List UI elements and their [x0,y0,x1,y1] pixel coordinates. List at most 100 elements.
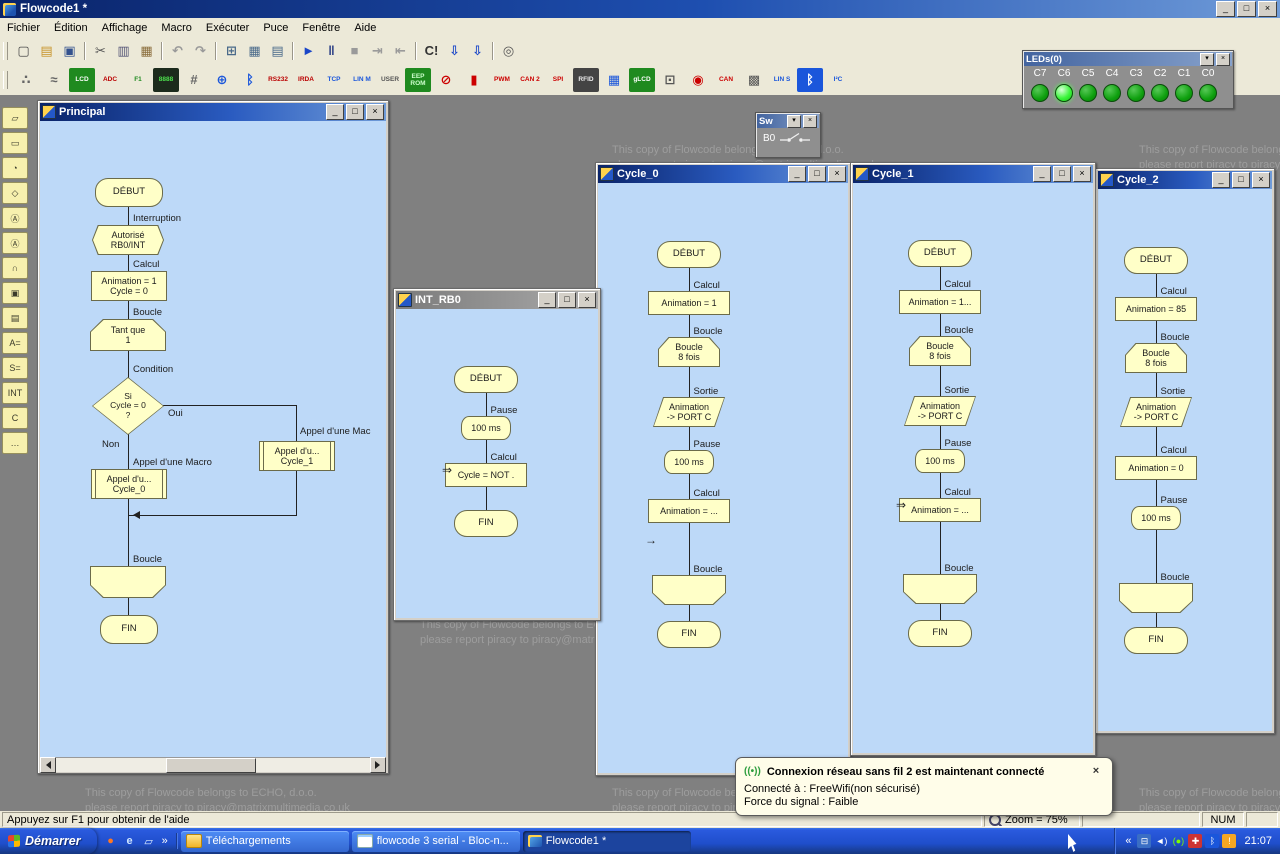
component-bt-module-button[interactable]: ᛒ [797,67,823,92]
minimize-button[interactable]: _ [1216,1,1235,17]
flow-interrupt[interactable]: Autorisé RB0/INT [92,225,164,255]
security-icon[interactable]: ✚ [1188,834,1203,848]
compile-button[interactable]: C! [420,40,443,62]
collapse-button[interactable]: ▾ [787,114,801,128]
flow-start[interactable]: DÉBUT [95,178,163,207]
notification-close-icon[interactable]: × [1088,764,1104,779]
close-button[interactable]: × [578,292,596,308]
flow-loop-start[interactable]: Boucle 8 fois [658,337,720,367]
scroll-right-button[interactable] [370,757,386,773]
tool-delay-button[interactable]: ◔ [2,157,28,179]
maximize-button[interactable]: □ [1053,166,1071,182]
led-C3[interactable] [1127,84,1145,102]
copy-button[interactable]: ▥ [112,40,135,62]
flow-macro-call-cycle0[interactable]: Appel d'u... Cycle_0 [91,469,167,499]
window-principal-titlebar[interactable]: Principal _ □ × [40,103,386,121]
component-nets-button[interactable]: ≈ [41,68,67,92]
collapse-button[interactable]: ▾ [1200,52,1214,66]
component-glcd-button[interactable]: gLCD [629,67,655,92]
flow-end[interactable]: FIN [657,621,721,648]
menu-item-2[interactable]: Édition [47,20,95,36]
scrollbar-track[interactable] [56,758,370,773]
titlebar[interactable]: Flowcode1 * _ □ × [0,0,1280,18]
launch-browser-icon[interactable]: ● [103,833,119,849]
leds-panel-titlebar[interactable]: LEDs(0) ▾ × [1024,52,1232,66]
flow-loop-start[interactable]: Boucle 8 fois [909,336,971,366]
flow-end[interactable]: FIN [100,615,158,644]
cut-button[interactable]: ✂ [89,40,112,62]
switch-icon[interactable] [780,131,811,145]
component-keypad2-button[interactable]: ▩ [741,68,767,92]
component-speedo-button[interactable]: ◉ [685,68,711,92]
minimize-button[interactable]: _ [1033,166,1051,182]
minimize-button[interactable]: _ [326,104,344,120]
principal-canvas[interactable]: Interruption Calcul Boucle Condition Oui… [40,121,386,757]
switch-panel-titlebar[interactable]: Sw ▾ × [757,114,819,128]
step-into-button[interactable]: ⇥ [366,40,389,62]
flow-start[interactable]: DÉBUT [657,241,721,268]
start-button[interactable]: Démarrer [0,828,97,854]
window-cycle-2-titlebar[interactable]: Cycle_2 _ □ × [1098,171,1272,189]
maximize-button[interactable]: □ [558,292,576,308]
flow-output[interactable]: Animation -> PORT C [1120,397,1192,427]
window-cycle-1[interactable]: Cycle_1 _ □ × DÉBUT Calcul Animation = 1... B… [850,162,1096,756]
tool-calculation-button[interactable]: A= [2,332,28,354]
wireless-icon[interactable]: (●) [1171,834,1185,848]
tool-goto-connection-button[interactable]: Ⓐ [2,232,28,254]
flow-loop-end[interactable] [652,575,726,605]
quick-launch-chevron-icon[interactable]: » [160,835,170,847]
window-cycle-1-titlebar[interactable]: Cycle_1 _ □ × [853,165,1093,183]
component-user-button[interactable]: USER [377,68,403,92]
close-button[interactable]: × [1073,166,1091,182]
zoom-button[interactable]: ◎ [497,40,520,62]
scrollbar-thumb[interactable] [165,758,256,773]
toolbar-grip[interactable] [3,70,8,89]
maximize-button[interactable]: □ [1232,172,1250,188]
component-keypad-button[interactable]: # [181,68,207,92]
run-button[interactable]: ► [297,40,320,62]
tool-component-macro-button[interactable]: ▤ [2,307,28,329]
flow-calculation[interactable]: Animation = 1 Cycle = 0 [91,271,167,301]
flow-loop-end[interactable] [1119,583,1193,613]
menu-item-5[interactable]: Exécuter [199,20,256,36]
close-button[interactable]: × [803,114,817,128]
flow-loop-end[interactable] [90,566,166,598]
led-C1[interactable] [1175,84,1193,102]
tool-decision-button[interactable]: ◇ [2,182,28,204]
maximize-button[interactable]: □ [1237,1,1256,17]
component-can-button[interactable]: CAN [713,68,739,92]
view-flowchart-button[interactable]: ⊞ [220,40,243,62]
component-tcpip-button[interactable]: TCP [321,68,347,92]
component-connections-button[interactable]: ∴ [13,68,39,92]
window-principal[interactable]: Principal _ □ × Interruption Calcul Boucle… [37,100,389,774]
led-C0[interactable] [1199,84,1217,102]
redo-button[interactable]: ↷ [189,40,212,62]
component-can2-button[interactable]: CAN 2 [517,68,543,92]
flow-loop-start[interactable]: Tant que 1 [90,319,166,351]
scroll-left-button[interactable] [40,757,56,773]
component-disable-button[interactable]: ⊘ [433,68,459,92]
close-button[interactable]: × [1216,52,1230,66]
horizontal-scrollbar[interactable] [40,757,386,773]
component-panel-button[interactable]: ⊡ [657,68,683,92]
maximize-button[interactable]: □ [808,166,826,182]
flow-calc[interactable]: Animation = 0 [1115,456,1197,480]
taskbar-task-bloc-notes[interactable]: flowcode 3 serial - Bloc-n... [351,830,520,852]
compile-chip-button[interactable]: ⇩ [466,40,489,62]
flow-start[interactable]: DÉBUT [454,366,518,393]
minimize-button[interactable]: _ [538,292,556,308]
flow-decision[interactable]: Si Cycle = 0 ? [92,377,164,435]
close-button[interactable]: × [1258,1,1277,17]
view-panel-button[interactable]: ▦ [243,40,266,62]
component-thermometer-button[interactable]: ▮ [461,68,487,92]
window-cycle-0[interactable]: Cycle_0 _ □ × DÉBUT Calcul Animation = 1 Bouc… [595,162,851,776]
component-pwm-button[interactable]: PWM [489,68,515,92]
tool-connection-button[interactable]: Ⓐ [2,207,28,229]
component-eeprom-button[interactable]: EEP ROM [405,67,431,92]
component-adc-button[interactable]: ADC [97,68,123,92]
led-C5[interactable] [1079,84,1097,102]
component-f1-button[interactable]: F1 [125,68,151,92]
stop-button[interactable]: ■ [343,40,366,62]
menu-item-3[interactable]: Affichage [95,20,155,36]
flow-pause[interactable]: 100 ms [664,450,714,474]
